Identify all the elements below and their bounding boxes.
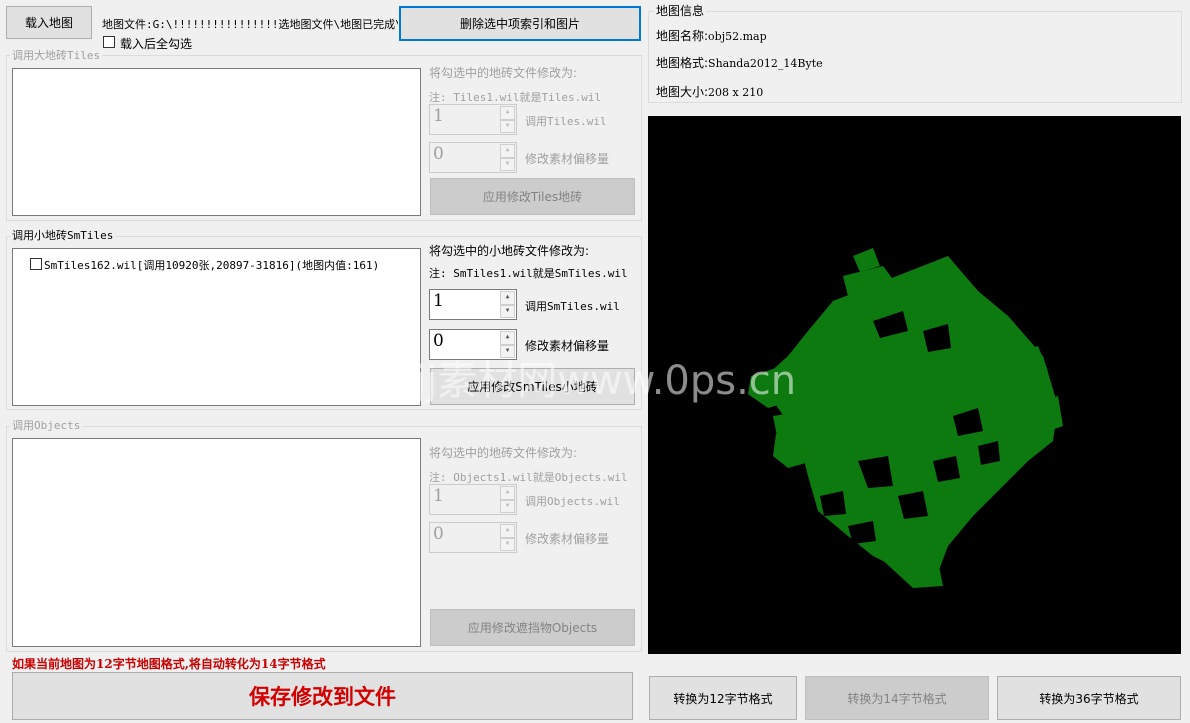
tiles-offset-value: 0 [433, 144, 444, 164]
spin-down-icon[interactable]: ▼ [500, 119, 515, 133]
smtiles-file-index-value: 1 [433, 291, 444, 311]
tiles-group-title: 调用大地砖Tiles [10, 47, 103, 63]
apply-objects-button[interactable]: 应用修改遮挡物Objects [430, 609, 635, 646]
save-to-file-button[interactable]: 保存修改到文件 [12, 672, 633, 720]
smtiles-modify-label: 将勾选中的小地砖文件修改为: [429, 244, 590, 258]
map-minimap-image [748, 248, 1063, 588]
map-file-path: 地图文件:G:\!!!!!!!!!!!!!!!!选地图文件\地图已完成\ [102, 18, 398, 31]
smtiles-item-label: SmTiles162.wil[调用10920张,20897-31816](地图内… [44, 259, 380, 272]
delete-selected-button[interactable]: 删除选中项索引和图片 [399, 6, 641, 41]
objects-note: 注: Objects1.wil就是Objects.wil [429, 471, 628, 484]
smtiles-offset-value: 0 [433, 331, 444, 351]
map-info-title: 地图信息 [654, 2, 707, 19]
tiles-offset-label: 修改素材偏移量 [525, 152, 610, 166]
tiles-file-index-label: 调用Tiles.wil [525, 115, 607, 128]
spin-up-icon[interactable]: ▲ [500, 106, 515, 120]
convert-14byte-button[interactable]: 转换为14字节格式 [805, 676, 989, 720]
tiles-offset-stepper[interactable]: 0 ▲ ▼ [429, 142, 517, 173]
spin-up-icon[interactable]: ▲ [500, 486, 515, 500]
list-item[interactable]: SmTiles162.wil[调用10920张,20897-31816](地图内… [30, 257, 420, 273]
spin-down-icon[interactable]: ▼ [500, 304, 515, 318]
spin-up-icon[interactable]: ▲ [500, 144, 515, 158]
apply-smtiles-button[interactable]: 应用修改SmTiles小地砖 [430, 368, 635, 405]
map-size-label: 地图大小: [656, 85, 709, 99]
spin-down-icon[interactable]: ▼ [500, 499, 515, 513]
tiles-modify-label: 将勾选中的地砖文件修改为: [429, 66, 578, 80]
map-format-label: 地图格式: [656, 56, 709, 70]
objects-offset-stepper[interactable]: 0 ▲ ▼ [429, 522, 517, 553]
objects-group-title: 调用Objects [10, 417, 83, 433]
spin-down-icon[interactable]: ▼ [500, 537, 515, 551]
objects-file-index-label: 调用Objects.wil [525, 495, 620, 508]
spin-down-icon[interactable]: ▼ [500, 157, 515, 171]
smtiles-note: 注: SmTiles1.wil就是SmTiles.wil [429, 267, 628, 280]
smtiles-file-index-label: 调用SmTiles.wil [525, 300, 620, 313]
smtiles-item-checkbox[interactable] [30, 258, 42, 270]
map-preview[interactable] [648, 116, 1181, 654]
map-name-value: obj52.map [708, 30, 767, 43]
spin-up-icon[interactable]: ▲ [500, 291, 515, 305]
map-format-row: 地图格式:Shanda2012_14Byte [656, 54, 823, 71]
spin-up-icon[interactable]: ▲ [500, 524, 515, 538]
map-size-value: 208 x 210 [708, 86, 764, 99]
objects-list[interactable] [12, 438, 421, 647]
smtiles-file-index-stepper[interactable]: 1 ▲ ▼ [429, 289, 517, 320]
map-name-row: 地图名称:obj52.map [656, 27, 767, 44]
apply-tiles-button[interactable]: 应用修改Tiles地砖 [430, 178, 635, 215]
objects-offset-value: 0 [433, 524, 444, 544]
map-name-label: 地图名称: [656, 29, 709, 43]
conversion-warning: 如果当前地图为12字节地图格式,将自动转化为14字节格式 [12, 657, 326, 671]
tiles-list[interactable] [12, 68, 421, 216]
tiles-file-index-stepper[interactable]: 1 ▲ ▼ [429, 104, 517, 135]
convert-36byte-button[interactable]: 转换为36字节格式 [997, 676, 1181, 720]
objects-offset-label: 修改素材偏移量 [525, 532, 610, 546]
objects-modify-label: 将勾选中的地砖文件修改为: [429, 446, 578, 460]
smtiles-group-title: 调用小地砖SmTiles [10, 227, 116, 243]
spin-down-icon[interactable]: ▼ [500, 344, 515, 358]
tiles-note: 注: Tiles1.wil就是Tiles.wil [429, 91, 602, 104]
smtiles-offset-stepper[interactable]: 0 ▲ ▼ [429, 329, 517, 360]
load-map-button[interactable]: 载入地图 [6, 6, 92, 39]
select-all-after-load-checkbox[interactable] [103, 36, 115, 48]
select-all-after-load-label: 载入后全勾选 [120, 37, 193, 51]
objects-file-index-value: 1 [433, 486, 444, 506]
spin-up-icon[interactable]: ▲ [500, 331, 515, 345]
map-size-row: 地图大小:208 x 210 [656, 83, 763, 100]
map-format-value: Shanda2012_14Byte [708, 57, 823, 70]
smtiles-list[interactable]: SmTiles162.wil[调用10920张,20897-31816](地图内… [12, 248, 421, 406]
smtiles-offset-label: 修改素材偏移量 [525, 339, 610, 353]
convert-12byte-button[interactable]: 转换为12字节格式 [649, 676, 797, 720]
objects-file-index-stepper[interactable]: 1 ▲ ▼ [429, 484, 517, 515]
tiles-file-index-value: 1 [433, 106, 444, 126]
